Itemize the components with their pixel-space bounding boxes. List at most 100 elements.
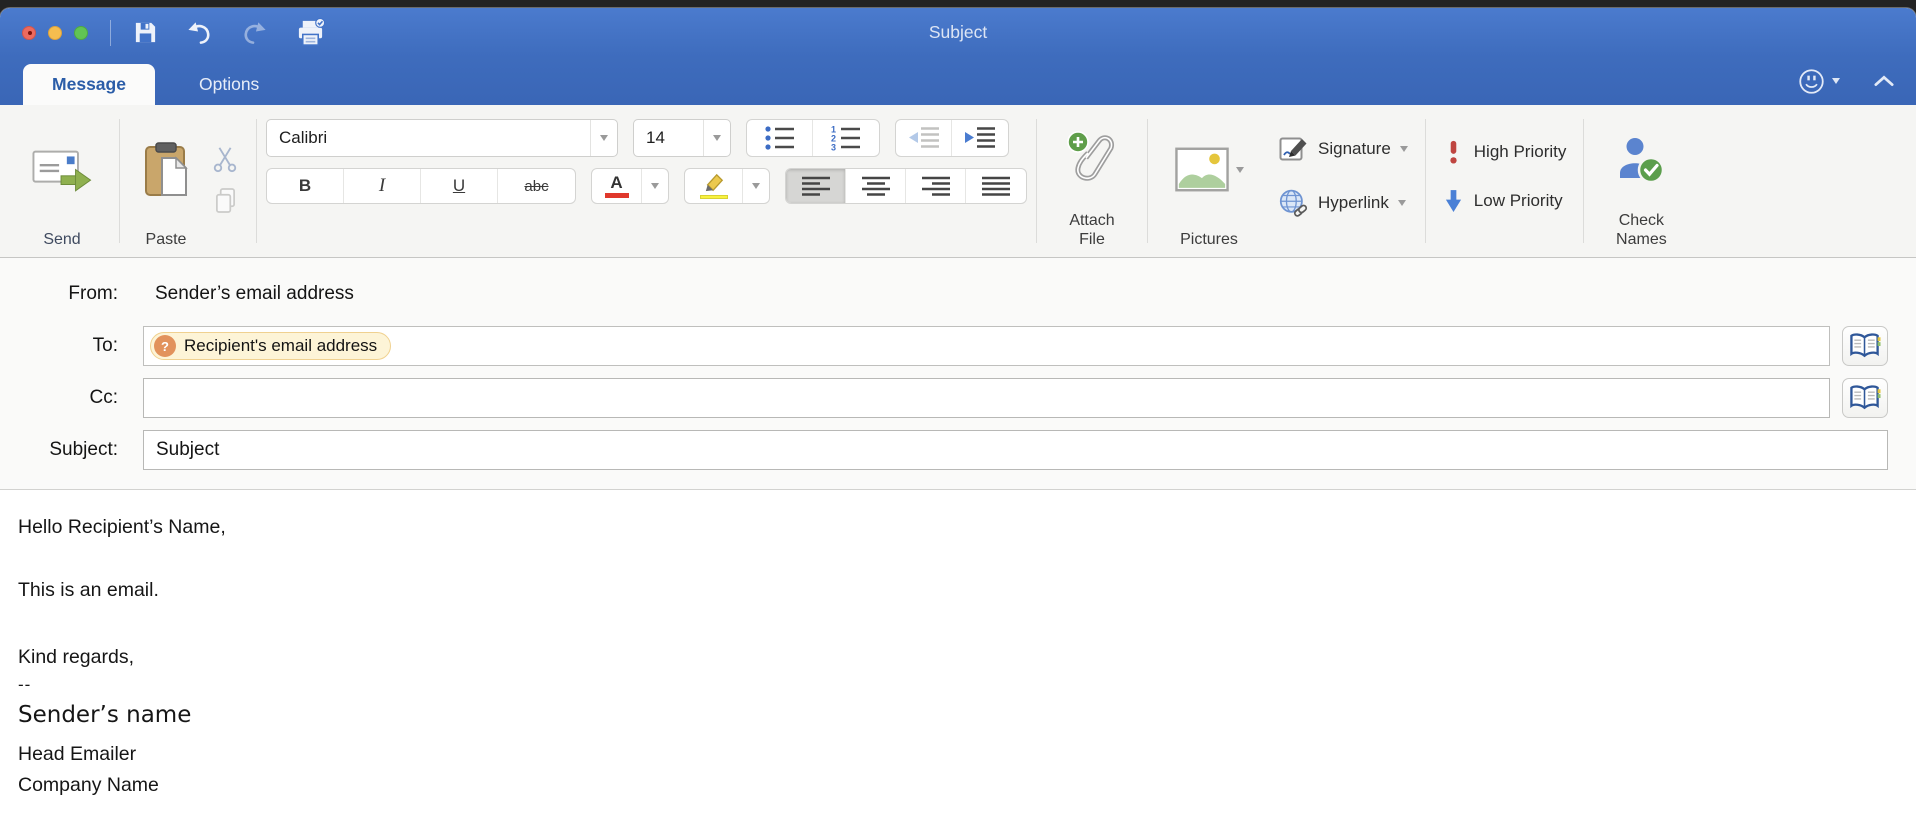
cc-label: Cc:: [0, 387, 131, 409]
highlight-button[interactable]: [685, 169, 743, 203]
group-divider: [1425, 119, 1426, 243]
feedback-smiley-button[interactable]: [1798, 68, 1840, 95]
font-family-value: Calibri: [267, 128, 590, 148]
question-badge-icon: ?: [154, 335, 176, 357]
smiley-dropdown-caret: [1832, 78, 1840, 84]
chevron-down-icon: [713, 135, 721, 141]
attach-file-label: Attach File: [1069, 212, 1114, 250]
align-right-button[interactable]: [906, 169, 966, 203]
align-center-button[interactable]: [846, 169, 906, 203]
attach-file-button[interactable]: Attach File: [1046, 111, 1138, 257]
align-left-icon: [801, 175, 831, 197]
to-field[interactable]: ? Recipient's email address: [143, 326, 1830, 366]
font-size-value: 14: [634, 128, 703, 148]
clipboard-group: Paste: [129, 111, 247, 257]
high-priority-icon: [1447, 139, 1460, 165]
pictures-icon: [1175, 147, 1229, 192]
bold-button[interactable]: B: [267, 169, 344, 203]
numbering-button[interactable]: 1 2 3: [813, 120, 879, 156]
cc-address-book-button[interactable]: [1842, 378, 1888, 418]
check-names-label: Check Names: [1616, 212, 1667, 250]
subject-input[interactable]: [143, 430, 1888, 470]
font-family-dropdown[interactable]: [590, 120, 617, 156]
high-priority-button[interactable]: High Priority: [1443, 139, 1567, 165]
text-style-group: B I U abc: [266, 168, 576, 204]
group-divider: [1036, 119, 1037, 243]
copy-button[interactable]: [214, 187, 237, 214]
collapse-ribbon-button[interactable]: [1874, 74, 1894, 88]
signature-title: Head Emailer: [18, 743, 1896, 766]
align-right-icon: [921, 175, 951, 197]
align-left-button[interactable]: [786, 169, 846, 203]
pictures-label: Pictures: [1180, 231, 1238, 250]
cut-button[interactable]: [211, 145, 239, 173]
cut-copy-column: [203, 111, 247, 257]
hyperlink-icon: [1279, 188, 1309, 218]
hyperlink-button[interactable]: Hyperlink: [1279, 188, 1408, 218]
to-address-book-button[interactable]: [1842, 326, 1888, 366]
send-label: Send: [43, 231, 80, 250]
priority-group: High Priority Low Priority: [1435, 111, 1575, 257]
check-names-button[interactable]: Check Names: [1593, 111, 1689, 257]
tab-options[interactable]: Options: [199, 74, 259, 105]
chevron-down-icon: [651, 183, 659, 189]
signature-button[interactable]: Signature: [1279, 134, 1408, 164]
from-value[interactable]: Sender’s email address: [131, 274, 354, 314]
font-size-dropdown[interactable]: [703, 120, 730, 156]
bullets-button[interactable]: [747, 120, 813, 156]
signature-company: Company Name: [18, 774, 1896, 797]
increase-indent-button[interactable]: [952, 120, 1008, 156]
indent-buttons-group: [895, 119, 1009, 157]
font-color-dropdown[interactable]: [642, 169, 668, 203]
underline-button[interactable]: U: [421, 169, 498, 203]
ribbon-tab-row: Message Options: [0, 57, 1916, 105]
signature-name: Sender’s name: [18, 702, 1896, 728]
font-group: Calibri 14: [266, 111, 1027, 257]
align-center-icon: [861, 175, 891, 197]
hyperlink-label: Hyperlink: [1318, 193, 1389, 213]
bullets-icon: [764, 125, 796, 151]
signature-dropdown-caret: [1400, 146, 1408, 152]
recipient-chip-label: Recipient's email address: [184, 336, 377, 356]
strikethrough-button[interactable]: abc: [498, 169, 575, 203]
font-family-select[interactable]: Calibri: [266, 119, 618, 157]
signature-divider: --: [18, 675, 1896, 695]
send-icon: [32, 146, 92, 194]
highlight-split-button: [684, 168, 770, 204]
font-color-split-button: A: [591, 168, 669, 204]
cc-field[interactable]: [143, 378, 1830, 418]
body-message: This is an email.: [18, 579, 1896, 602]
compose-window: Subject Message Options: [0, 8, 1916, 836]
to-label: To:: [0, 335, 131, 357]
alignment-group: [785, 168, 1027, 204]
pictures-button[interactable]: Pictures: [1157, 111, 1261, 257]
send-button[interactable]: Send: [14, 111, 110, 257]
decrease-indent-button[interactable]: [896, 120, 952, 156]
highlight-icon: [700, 173, 728, 200]
ribbon: Send Paste: [0, 105, 1916, 258]
window-title: Subject: [0, 22, 1916, 43]
smiley-icon: [1798, 68, 1825, 95]
font-color-icon: A: [605, 174, 629, 198]
tab-message[interactable]: Message: [23, 64, 155, 105]
italic-button[interactable]: I: [344, 169, 421, 203]
from-label: From:: [0, 283, 131, 305]
attach-file-icon: [1066, 130, 1118, 190]
low-priority-button[interactable]: Low Priority: [1443, 189, 1567, 214]
paste-icon: [143, 142, 189, 198]
insert-group: Signature Hyperlink: [1271, 111, 1416, 257]
group-divider: [1583, 119, 1584, 243]
highlight-dropdown[interactable]: [743, 169, 769, 203]
align-justify-button[interactable]: [966, 169, 1026, 203]
pictures-dropdown-caret[interactable]: [1236, 167, 1244, 173]
font-color-button[interactable]: A: [592, 169, 642, 203]
font-size-select[interactable]: 14: [633, 119, 731, 157]
paste-button[interactable]: Paste: [129, 111, 203, 257]
outdent-icon: [908, 125, 940, 151]
body-greeting: Hello Recipient’s Name,: [18, 516, 1896, 539]
message-body-editor[interactable]: Hello Recipient’s Name, This is an email…: [0, 490, 1916, 836]
recipient-chip[interactable]: ? Recipient's email address: [150, 332, 391, 360]
from-row: From: Sender’s email address: [0, 274, 1916, 314]
align-justify-icon: [981, 175, 1011, 197]
group-divider: [119, 119, 120, 243]
